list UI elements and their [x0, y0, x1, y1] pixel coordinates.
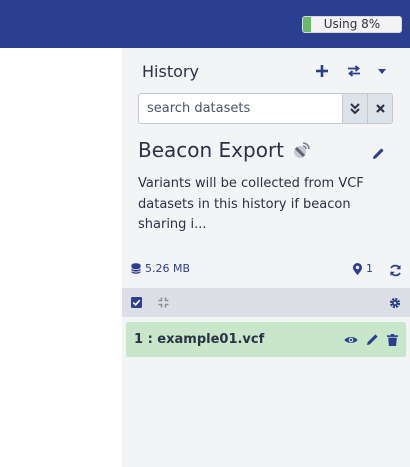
history-size[interactable]: 5.26 MB: [131, 262, 190, 275]
delete-dataset-button[interactable]: [387, 333, 398, 346]
trash-icon: [387, 333, 398, 346]
collapse-items-button[interactable]: [157, 296, 170, 309]
edit-history-button[interactable]: [370, 145, 386, 161]
caret-down-icon: [378, 68, 386, 74]
history-options-button[interactable]: [375, 64, 389, 78]
center-panel: [0, 48, 122, 467]
pencil-icon: [372, 147, 384, 159]
history-annotation: Variants will be collected from VCF data…: [138, 176, 364, 232]
dataset-title[interactable]: 1 : example01.vcf: [134, 322, 264, 357]
angle-double-down-icon: [350, 103, 360, 114]
new-history-button[interactable]: [313, 62, 331, 80]
advanced-search-toggle[interactable]: [342, 94, 367, 123]
plus-icon: [316, 65, 328, 77]
history-panel-title: History: [142, 62, 199, 81]
gear-icon: [389, 297, 400, 308]
dataset-actions: [344, 322, 398, 357]
history-name: Beacon Export: [138, 138, 285, 162]
quota-label: Using 8%: [323, 17, 381, 31]
map-marker-icon: [353, 262, 362, 275]
switch-history-button[interactable]: [344, 62, 364, 80]
dataset-item[interactable]: 1 : example01.vcf: [126, 322, 406, 357]
exchange-icon: [348, 65, 360, 77]
shown-count-label: 1: [366, 262, 373, 275]
sync-icon: [389, 264, 401, 276]
refresh-history-button[interactable]: [388, 263, 402, 277]
history-settings-button[interactable]: [388, 296, 401, 309]
quota-meter[interactable]: Using 8%: [302, 16, 402, 33]
eye-icon: [344, 336, 358, 343]
view-dataset-button[interactable]: [344, 335, 358, 345]
check-square-icon: [131, 297, 142, 308]
satellite-dish-icon: [292, 140, 312, 160]
search-datasets-input[interactable]: [139, 94, 342, 123]
clear-search-button[interactable]: [367, 94, 392, 123]
times-icon: [375, 104, 385, 113]
history-size-label: 5.26 MB: [145, 262, 191, 275]
compress-icon: [158, 297, 169, 308]
pencil-icon: [367, 334, 378, 345]
select-items-button[interactable]: [130, 296, 143, 309]
edit-dataset-button[interactable]: [366, 333, 379, 346]
database-icon: [131, 263, 141, 274]
search-datasets-group: [138, 93, 393, 124]
shown-datasets-count[interactable]: 1: [353, 262, 373, 275]
history-name-row: Beacon Export: [138, 138, 312, 162]
